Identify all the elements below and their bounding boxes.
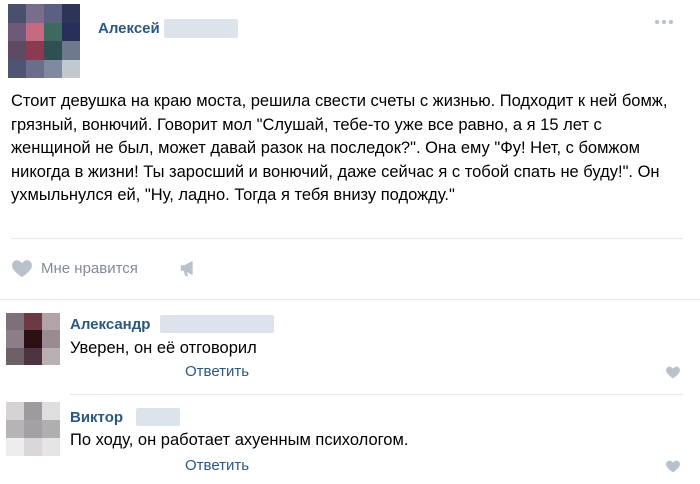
blurred-surname — [160, 315, 274, 333]
comments-divider — [0, 299, 700, 300]
post-text: Стоит девушка на краю моста, решила свес… — [11, 92, 668, 204]
reply-button[interactable]: Ответить — [185, 363, 249, 380]
ellipsis-icon[interactable] — [655, 20, 673, 24]
post-author-name[interactable]: Алексей — [98, 20, 160, 37]
like-button[interactable]: Мне нравится — [11, 258, 138, 278]
comment-author-name[interactable]: Виктор — [70, 409, 123, 426]
comment-text: Уверен, он её отговорил — [70, 339, 257, 357]
megaphone-icon — [180, 260, 193, 277]
heart-icon[interactable] — [665, 459, 681, 473]
share-button[interactable] — [178, 258, 200, 283]
blurred-surname — [164, 19, 238, 38]
post-divider — [11, 238, 683, 239]
heart-icon[interactable] — [665, 365, 681, 379]
like-label: Мне нравится — [41, 259, 138, 277]
comment-author-avatar[interactable] — [6, 402, 60, 456]
comment-author-name[interactable]: Александр — [70, 316, 150, 333]
post-author-avatar[interactable] — [8, 4, 80, 78]
reply-button[interactable]: Ответить — [185, 457, 249, 474]
heart-icon — [12, 260, 32, 278]
comment-text: По ходу, он работает ахуенным психологом… — [70, 431, 409, 449]
blurred-surname — [136, 408, 180, 426]
comment-author-avatar[interactable] — [6, 313, 60, 365]
comment-divider — [70, 394, 683, 395]
